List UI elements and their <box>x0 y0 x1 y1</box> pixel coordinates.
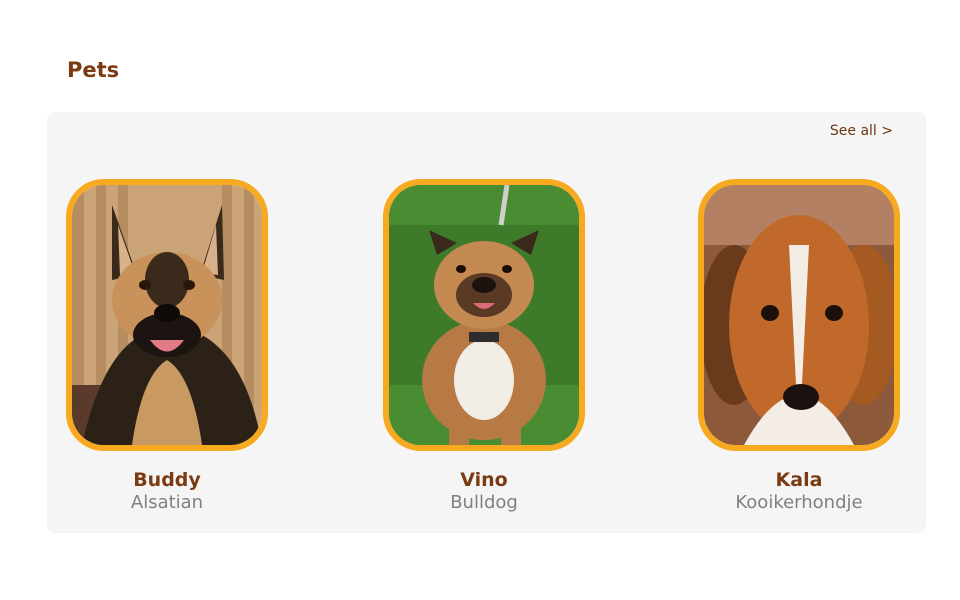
section-title: Pets <box>67 58 120 82</box>
pet-photo-kala[interactable] <box>698 179 900 451</box>
pet-breed: Bulldog <box>450 492 518 513</box>
pet-name: Vino <box>460 469 508 491</box>
pet-photo-buddy[interactable] <box>66 179 268 451</box>
pet-breed: Kooikerhondje <box>735 492 863 513</box>
kooikerhondje-image <box>704 185 894 445</box>
pet-card-vino[interactable]: Vino Bulldog <box>364 179 604 514</box>
pet-photo-vino[interactable] <box>383 179 585 451</box>
pet-card-buddy[interactable]: Buddy Alsatian <box>47 179 287 514</box>
bulldog-image <box>389 185 579 445</box>
german-shepherd-image <box>72 185 262 445</box>
pet-card-kala[interactable]: Kala Kooikerhondje <box>679 179 919 514</box>
see-all-link[interactable]: See all > <box>830 123 893 139</box>
pets-panel: See all > Buddy Alsatian Vino Bulldog Ka… <box>47 112 926 533</box>
pet-name: Kala <box>775 469 823 491</box>
pet-name: Buddy <box>133 469 201 491</box>
pet-breed: Alsatian <box>130 492 204 513</box>
